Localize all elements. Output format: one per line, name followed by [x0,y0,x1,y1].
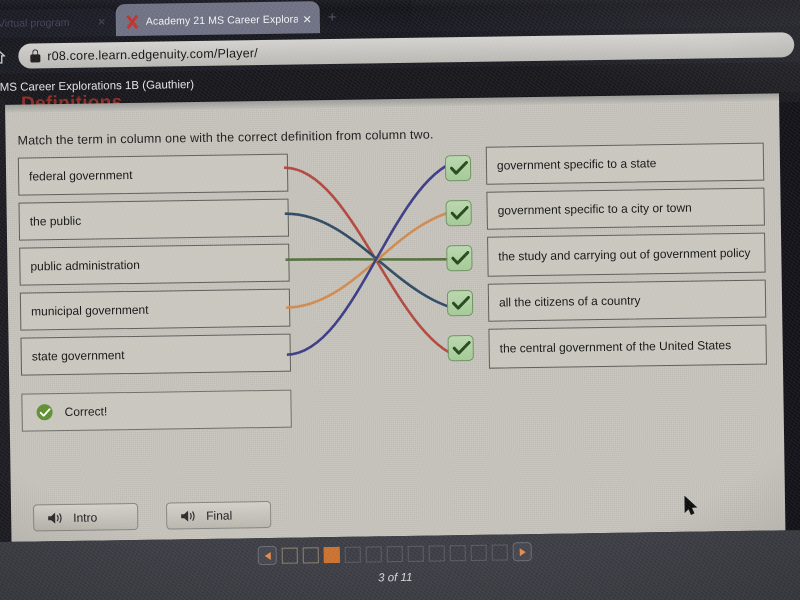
page-square-7[interactable] [407,545,424,562]
match-correct-check [446,289,474,317]
term-label: public administration [30,257,140,274]
background-tab-close-icon[interactable]: ✕ [97,17,106,28]
speaker-icon [180,509,197,523]
active-tab-title: Academy 21 MS Career Explorat [145,13,298,28]
speaker-icon [47,511,64,525]
definition-item[interactable]: government specific to a city or town [486,187,765,230]
page-square-6[interactable] [386,545,403,562]
audio-button-row: Intro Final [32,500,272,532]
close-icon[interactable]: ✕ [302,13,312,26]
definition-label: the study and carrying out of government… [498,245,751,264]
lock-icon [30,49,41,63]
match-connector-lines [283,157,468,361]
definition-label: all the citizens of a country [498,293,641,310]
url-text: r08.core.learn.edgenuity.com/Player/ [47,45,258,63]
page-square-4[interactable] [344,546,361,563]
match-correct-check [446,244,473,272]
term-item[interactable]: municipal government [19,288,291,331]
page-square-5[interactable] [365,545,382,563]
page-square-1[interactable] [281,547,298,564]
term-label: federal government [29,167,133,184]
final-audio-button[interactable]: Final [165,500,272,530]
page-square-3[interactable] [323,546,340,563]
previous-page-button[interactable] [257,545,277,566]
term-item[interactable]: state government [20,333,292,376]
feedback-banner: Correct! [21,389,292,432]
definition-item[interactable]: government specific to a state [485,142,765,185]
intro-audio-label: Intro [73,510,98,525]
page-square-2[interactable] [302,546,319,563]
definition-label: the central government of the United Sta… [499,337,732,356]
definitions-column: government specific to a state governmen… [485,142,767,376]
final-audio-label: Final [206,508,233,523]
triangle-left-icon [264,551,271,560]
green-check-circle-icon [36,404,53,421]
red-x-logo-icon [124,14,140,30]
match-correct-check [445,199,472,227]
screen-photo: Virtual program ✕ Academy 21 MS Career E… [0,0,800,600]
match-status-column [444,154,474,380]
intro-audio-button[interactable]: Intro [32,502,139,532]
background-tab-label: Virtual program [0,16,70,30]
term-item[interactable]: public administration [19,243,290,286]
terms-column: federal government the public public adm… [17,153,292,383]
page-square-8[interactable] [428,544,445,562]
new-tab-button[interactable]: + [328,9,337,26]
definition-item[interactable]: the study and carrying out of government… [487,232,766,277]
mouse-pointer-icon [684,495,698,516]
page-square-11[interactable] [491,543,508,561]
page-square-10[interactable] [470,544,487,561]
match-correct-check [444,154,472,182]
home-icon[interactable] [0,48,6,64]
term-label: state government [31,347,125,364]
definition-item[interactable]: all the citizens of a country [487,279,767,322]
definition-label: government specific to a city or town [497,200,692,218]
triangle-right-icon [519,547,526,556]
term-item[interactable]: federal government [17,153,289,196]
term-item[interactable]: the public [18,198,290,241]
term-label: municipal government [31,302,149,319]
page-square-9[interactable] [449,544,466,561]
term-label: the public [29,213,82,229]
definition-label: government specific to a state [496,155,657,173]
match-correct-check [447,334,474,362]
feedback-text: Correct! [64,404,108,420]
definition-item[interactable]: the central government of the United Sta… [488,324,767,369]
page-status-label: 3 of 11 [378,571,413,585]
next-page-button[interactable] [512,542,532,562]
connector-line [283,166,468,361]
pagination-control [257,542,532,566]
page-square-list [281,543,508,564]
player-bottom-bar [0,529,800,600]
